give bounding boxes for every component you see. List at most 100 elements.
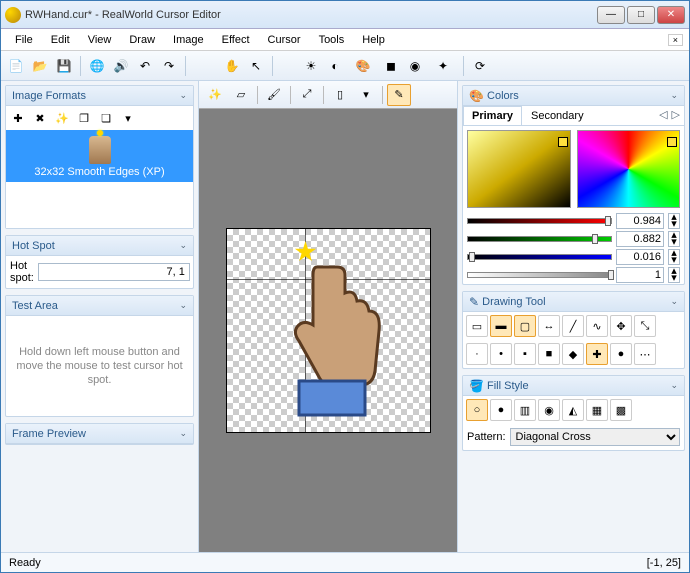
collapse-icon[interactable]: ⌄: [670, 380, 678, 391]
workspace: Image Formats⌄ ✚ ✖ ✨ ❐ ❏ ▾ 32x32 Smooth …: [1, 81, 689, 552]
format-list-empty[interactable]: [6, 182, 193, 228]
redo-icon[interactable]: ↷: [158, 55, 180, 77]
new-icon[interactable]: 📄: [5, 55, 27, 77]
hue-icon[interactable]: 🎨: [348, 55, 378, 77]
move-tool[interactable]: ↔: [538, 315, 560, 337]
menu-edit[interactable]: Edit: [43, 32, 78, 48]
green-input[interactable]: [616, 231, 664, 247]
move4-tool[interactable]: ✥: [610, 315, 632, 337]
menu-file[interactable]: File: [7, 32, 41, 48]
curve-tool[interactable]: ∿: [586, 315, 608, 337]
fill-angular[interactable]: ◭: [562, 399, 584, 421]
menu-help[interactable]: Help: [354, 32, 393, 48]
plus-tool[interactable]: ✚: [586, 343, 608, 365]
refresh-icon[interactable]: ⟳: [469, 55, 491, 77]
blue-spinner[interactable]: ▴▾: [668, 249, 680, 265]
close-button[interactable]: ✕: [657, 6, 685, 24]
hue-picker[interactable]: [577, 130, 681, 208]
resize-tool-icon[interactable]: ⤢: [295, 84, 319, 106]
pointer-icon[interactable]: ↖: [245, 55, 267, 77]
circle-tool[interactable]: ●: [610, 343, 632, 365]
contrast-icon[interactable]: ◐: [324, 55, 346, 77]
red-spinner[interactable]: ▴▾: [668, 213, 680, 229]
tab-next-icon[interactable]: ▷: [672, 108, 680, 123]
filled-rect-tool[interactable]: ▬: [490, 315, 512, 337]
menu-view[interactable]: View: [80, 32, 120, 48]
alpha-spinner[interactable]: ▴▾: [668, 267, 680, 283]
add-format-icon[interactable]: ✚: [8, 108, 28, 128]
custom-size-tool[interactable]: ⋯: [634, 343, 656, 365]
square-small[interactable]: ▪: [514, 343, 536, 365]
maximize-button[interactable]: □: [627, 6, 655, 24]
red-slider[interactable]: [467, 218, 612, 224]
fill-solid[interactable]: ●: [490, 399, 512, 421]
square-med[interactable]: ■: [538, 343, 560, 365]
expand-icon[interactable]: ⌄: [179, 428, 187, 439]
more-format-icon[interactable]: ▾: [118, 108, 138, 128]
menu-cursor[interactable]: Cursor: [260, 32, 309, 48]
blur-icon[interactable]: ◉: [404, 55, 426, 77]
rounded-rect-tool[interactable]: ▢: [514, 315, 536, 337]
selection-icon[interactable]: ✋: [221, 55, 243, 77]
collapse-icon[interactable]: ⌄: [179, 240, 187, 251]
collapse-icon[interactable]: ⌄: [179, 300, 187, 311]
dot-med[interactable]: •: [490, 343, 512, 365]
collapse-icon[interactable]: ⌄: [670, 296, 678, 307]
fill-pattern[interactable]: ▦: [586, 399, 608, 421]
dropdown-icon[interactable]: ▾: [354, 84, 378, 106]
paste-format-icon[interactable]: ❏: [96, 108, 116, 128]
mdi-close-button[interactable]: ×: [668, 34, 683, 46]
open-icon[interactable]: 📂: [29, 55, 51, 77]
wizard-format-icon[interactable]: ✨: [52, 108, 72, 128]
red-input[interactable]: [616, 213, 664, 229]
online-icon[interactable]: 🌐: [86, 55, 108, 77]
format-selected-item[interactable]: 32x32 Smooth Edges (XP): [6, 130, 193, 182]
undo-icon[interactable]: ↶: [134, 55, 156, 77]
collapse-icon[interactable]: ⌄: [179, 90, 187, 101]
fill-texture[interactable]: ▩: [610, 399, 632, 421]
statusbar: Ready [-1, 25]: [1, 552, 689, 572]
green-spinner[interactable]: ▴▾: [668, 231, 680, 247]
picker-marker[interactable]: [558, 137, 568, 147]
dot-small[interactable]: ·: [466, 343, 488, 365]
pencil-tool-icon[interactable]: ✎: [387, 84, 411, 106]
collapse-icon[interactable]: ⌄: [670, 90, 678, 101]
save-icon[interactable]: 💾: [53, 55, 75, 77]
line-tool[interactable]: ╱: [562, 315, 584, 337]
wand-tool-icon[interactable]: ✨: [203, 84, 227, 106]
brush-tool-icon[interactable]: 🖌: [262, 84, 286, 106]
tab-prev-icon[interactable]: ◁: [659, 108, 667, 123]
expand-tool[interactable]: ⤡: [634, 315, 656, 337]
menu-draw[interactable]: Draw: [121, 32, 163, 48]
brightness-icon[interactable]: ☀: [300, 55, 322, 77]
minimize-button[interactable]: —: [597, 6, 625, 24]
tab-secondary[interactable]: Secondary: [522, 106, 593, 125]
alpha-input[interactable]: [616, 267, 664, 283]
pattern-select[interactable]: Diagonal Cross: [510, 428, 680, 446]
testarea-surface[interactable]: Hold down left mouse button and move the…: [6, 316, 193, 416]
rectangle-tool[interactable]: ▭: [466, 315, 488, 337]
hotspot-input[interactable]: [38, 263, 190, 281]
eraser-tool-icon[interactable]: ▯: [328, 84, 352, 106]
menu-tools[interactable]: Tools: [311, 32, 353, 48]
effects-icon[interactable]: ✦: [428, 55, 458, 77]
fill-none[interactable]: ○: [466, 399, 488, 421]
saturation-picker[interactable]: [467, 130, 571, 208]
fill-linear[interactable]: ▥: [514, 399, 536, 421]
blue-slider[interactable]: [467, 254, 612, 260]
fill-radial[interactable]: ◉: [538, 399, 560, 421]
green-slider[interactable]: [467, 236, 612, 242]
crop-tool-icon[interactable]: ▱: [229, 84, 253, 106]
copy-format-icon[interactable]: ❐: [74, 108, 94, 128]
diamond-tool[interactable]: ◆: [562, 343, 584, 365]
sound-icon[interactable]: 🔊: [110, 55, 132, 77]
alpha-slider[interactable]: [467, 272, 612, 278]
shadow-icon[interactable]: ◼: [380, 55, 402, 77]
tab-primary[interactable]: Primary: [463, 106, 522, 125]
blue-input[interactable]: [616, 249, 664, 265]
menu-image[interactable]: Image: [165, 32, 212, 48]
canvas[interactable]: [226, 228, 431, 433]
remove-format-icon[interactable]: ✖: [30, 108, 50, 128]
menu-effect[interactable]: Effect: [214, 32, 258, 48]
picker-marker[interactable]: [667, 137, 677, 147]
